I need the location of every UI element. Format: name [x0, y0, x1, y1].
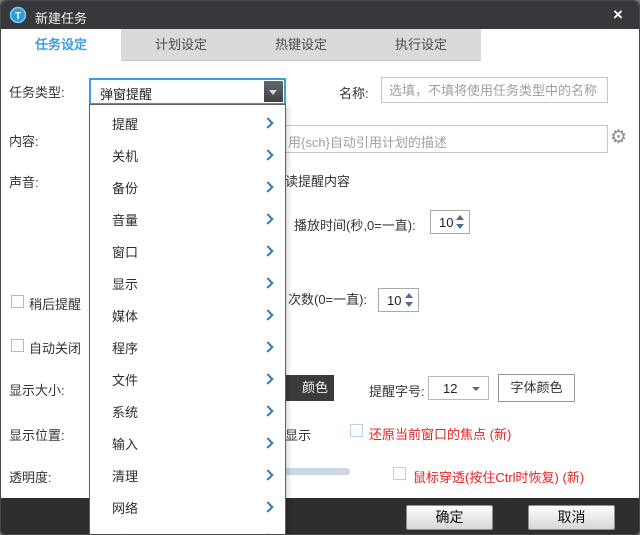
menu-item-reset[interactable]: 重置: [90, 523, 285, 535]
submenu-arrow-icon: [262, 341, 273, 352]
submenu-arrow-icon: [262, 213, 273, 224]
menu-item-backup[interactable]: 备份: [90, 171, 285, 203]
menu-item-input[interactable]: 输入: [90, 427, 285, 459]
ok-button[interactable]: 确定: [406, 505, 493, 530]
tab-task-settings[interactable]: 任务设定: [1, 29, 121, 61]
caret-down-icon: [269, 90, 277, 95]
menu-item-label: 文件: [112, 370, 138, 389]
submenu-arrow-icon: [262, 405, 273, 416]
tab-hotkey-settings[interactable]: 热键设定: [241, 29, 361, 61]
submenu-arrow-icon: [262, 277, 273, 288]
mouse-through-label[interactable]: 鼠标穿透(按住Ctrl时恢复) (新): [413, 467, 584, 486]
menu-item-label: 窗口: [112, 242, 138, 261]
restore-focus-checkbox[interactable]: [350, 424, 363, 437]
display-pos-label: 显示位置:: [9, 425, 65, 444]
submenu-arrow-icon: [262, 181, 273, 192]
menu-item-remind[interactable]: 提醒: [90, 107, 285, 139]
spinner-down-icon[interactable]: [405, 302, 413, 307]
tab-exec-settings[interactable]: 执行设定: [361, 29, 481, 61]
play-time-value: 10: [439, 215, 453, 230]
menu-item-label: 媒体: [112, 306, 138, 325]
menu-item-display[interactable]: 显示: [90, 267, 285, 299]
restore-focus-label[interactable]: 还原当前窗口的焦点 (新): [369, 424, 511, 443]
display-size-label: 显示大小:: [9, 380, 65, 399]
menu-item-volume[interactable]: 音量: [90, 203, 285, 235]
font-size-select[interactable]: 12: [428, 376, 489, 400]
font-size-value: 12: [443, 381, 457, 396]
content-label: 内容:: [9, 131, 39, 150]
menu-item-network[interactable]: 网络: [90, 491, 285, 523]
submenu-arrow-icon: [262, 309, 273, 320]
spinner-up-icon[interactable]: [405, 293, 413, 298]
combo-dropdown-button[interactable]: [264, 81, 283, 102]
mouse-through-checkbox[interactable]: [393, 467, 406, 480]
menu-item-shutdown[interactable]: 关机: [90, 139, 285, 171]
font-size-label: 提醒字号:: [369, 381, 425, 400]
read-aloud-label[interactable]: 读提醒内容: [285, 171, 350, 190]
menu-item-file[interactable]: 文件: [90, 363, 285, 395]
new-task-dialog: T 新建任务 × 任务设定 计划设定 热键设定 执行设定 任务类型: 弹窗提醒 …: [0, 0, 640, 535]
menu-item-label: 清理: [112, 466, 138, 485]
menu-item-label: 系统: [112, 402, 138, 421]
submenu-arrow-icon: [262, 149, 273, 160]
snooze-label[interactable]: 稍后提醒: [29, 294, 81, 313]
gear-icon[interactable]: ⚙: [610, 126, 627, 149]
caret-down-icon: [472, 387, 480, 391]
times-label: 次数(0=一直):: [288, 289, 367, 308]
menu-item-cleanup[interactable]: 清理: [90, 459, 285, 491]
menu-item-label: 重置: [112, 530, 138, 535]
content-placeholder: 用{sch}自动引用计划的描述: [288, 132, 447, 151]
svg-text:T: T: [15, 11, 21, 22]
snooze-checkbox[interactable]: [11, 295, 24, 308]
task-type-menu: 提醒 关机 备份 音量 窗口 显示 媒体 程序 文件 系统 输入 清理 网络 重…: [89, 104, 286, 535]
task-type-combobox[interactable]: 弹窗提醒: [89, 78, 286, 105]
play-time-label: 播放时间(秒,0=一直):: [294, 215, 416, 234]
name-input[interactable]: [381, 77, 608, 103]
menu-item-label: 提醒: [112, 114, 138, 133]
times-spinner[interactable]: 10: [378, 288, 419, 312]
spinner-up-icon[interactable]: [456, 215, 464, 220]
font-color-button[interactable]: 字体颜色: [498, 374, 575, 402]
sound-label: 声音:: [9, 172, 39, 191]
app-logo-icon: T: [8, 5, 28, 25]
tab-plan-settings[interactable]: 计划设定: [121, 29, 241, 61]
menu-item-system[interactable]: 系统: [90, 395, 285, 427]
menu-item-media[interactable]: 媒体: [90, 299, 285, 331]
task-type-value: 弹窗提醒: [100, 84, 152, 103]
menu-item-label: 网络: [112, 498, 138, 517]
submenu-arrow-icon: [262, 117, 273, 128]
window-title: 新建任务: [35, 8, 87, 27]
times-value: 10: [387, 293, 401, 308]
titlebar[interactable]: T 新建任务 ×: [1, 1, 639, 29]
menu-item-window[interactable]: 窗口: [90, 235, 285, 267]
menu-item-label: 输入: [112, 434, 138, 453]
play-time-spinner[interactable]: 10: [430, 210, 470, 234]
menu-item-label: 关机: [112, 146, 138, 165]
autoclose-checkbox[interactable]: [11, 339, 24, 352]
submenu-arrow-icon: [262, 437, 273, 448]
menu-item-label: 程序: [112, 338, 138, 357]
task-type-label: 任务类型:: [9, 82, 65, 101]
submenu-arrow-icon: [262, 373, 273, 384]
autoclose-label[interactable]: 自动关闭: [29, 338, 81, 357]
menu-item-program[interactable]: 程序: [90, 331, 285, 363]
spinner-down-icon[interactable]: [456, 224, 464, 229]
opacity-label: 透明度:: [9, 467, 52, 486]
menu-item-label: 备份: [112, 178, 138, 197]
menu-item-label: 音量: [112, 210, 138, 229]
submenu-arrow-icon: [262, 501, 273, 512]
close-icon[interactable]: ×: [605, 4, 631, 26]
submenu-arrow-icon: [262, 469, 273, 480]
cancel-button[interactable]: 取消: [528, 505, 615, 530]
submenu-arrow-icon: [262, 245, 273, 256]
name-label: 名称:: [339, 83, 369, 102]
menu-item-label: 显示: [112, 274, 138, 293]
